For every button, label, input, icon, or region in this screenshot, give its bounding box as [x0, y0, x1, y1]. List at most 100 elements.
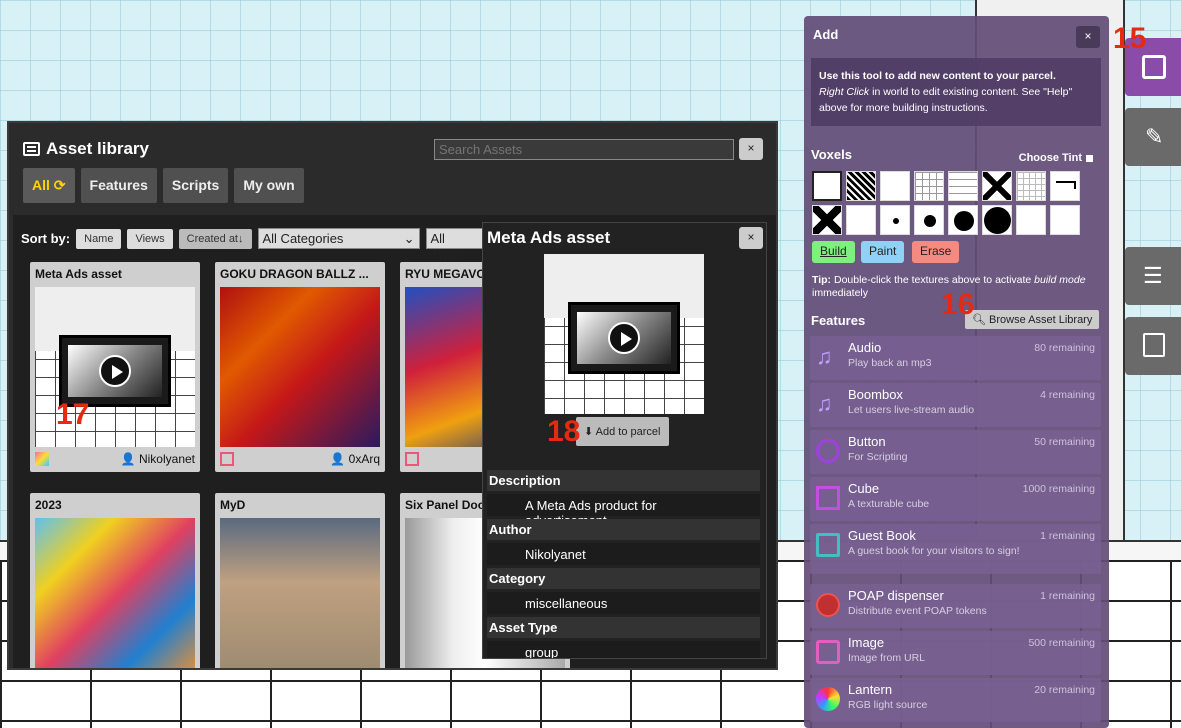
paint-tool-button[interactable]: ✎ — [1125, 108, 1181, 166]
add-panel: Add × Use this tool to add new content t… — [804, 16, 1109, 728]
build-mode-button[interactable]: Build — [812, 241, 855, 263]
search-assets-input[interactable] — [434, 139, 734, 160]
asset-card[interactable]: MyD — [215, 493, 385, 668]
voxel-texture-blank[interactable] — [846, 205, 876, 235]
asset-library-title: Asset library — [23, 139, 149, 159]
library-icon — [23, 142, 40, 156]
cube-icon — [816, 486, 840, 510]
detail-label: Description — [487, 470, 760, 491]
annotation-marker: 16 — [941, 288, 975, 321]
detail-label: Category — [487, 568, 760, 589]
asset-card-name: MyD — [220, 498, 246, 512]
asset-card[interactable]: GOKU DRAGON BALLZ ... 👤 0xArq — [215, 262, 385, 472]
user-icon: 👤 — [120, 452, 136, 466]
feature-guest-book[interactable]: Guest Book A guest book for your visitor… — [810, 524, 1101, 574]
music-note-icon: ♫ — [816, 391, 833, 416]
asset-author: 👤 0xArq — [330, 452, 380, 466]
asset-card-name: GOKU DRAGON BALLZ ... — [220, 267, 369, 281]
detail-label: Author — [487, 519, 760, 540]
sort-label: Sort by: — [21, 231, 71, 246]
voxels-heading: Voxels — [811, 147, 852, 162]
user-icon: 👤 — [330, 452, 346, 466]
voxel-texture-plain[interactable] — [880, 171, 910, 201]
feature-lantern[interactable]: Lantern RGB light source 20 remaining — [810, 678, 1101, 722]
choose-tint-toggle[interactable]: Choose Tint — [1019, 152, 1093, 164]
features-heading: Features — [811, 313, 866, 328]
erase-mode-button[interactable]: Erase — [912, 241, 960, 263]
voxel-texture-tiles[interactable] — [914, 171, 944, 201]
voxel-texture-grid[interactable] — [1016, 171, 1046, 201]
asset-library-close-button[interactable]: × — [739, 138, 763, 160]
asset-card-name: Meta Ads asset — [35, 267, 122, 281]
asset-card-name: 2023 — [35, 498, 62, 512]
asset-detail-panel: Meta Ads asset × ⬇ Add to parcel Descrip… — [482, 222, 767, 659]
asset-tabs: All ⟳ Features Scripts My own — [23, 168, 304, 203]
button-icon — [816, 439, 840, 463]
feature-image[interactable]: Image Image from URL 500 remaining — [810, 631, 1101, 675]
sort-views-button[interactable]: Views — [127, 228, 173, 249]
list-icon: ☰ — [1143, 263, 1163, 288]
detail-value: miscellaneous — [487, 592, 760, 614]
voxel-texture-cross[interactable] — [982, 171, 1012, 201]
voxel-texture-x[interactable] — [812, 205, 842, 235]
voxel-texture-empty-2[interactable] — [1050, 205, 1080, 235]
browse-asset-library-button[interactable]: 🔍︎ Browse Asset Library — [965, 310, 1100, 329]
detail-title: Meta Ads asset — [487, 228, 611, 247]
cube-icon — [220, 452, 234, 466]
refresh-icon: ⟳ — [53, 177, 66, 193]
category-select[interactable]: All Categories ⌄ — [257, 228, 420, 249]
cubes-icon — [1142, 55, 1166, 79]
play-icon — [99, 355, 131, 387]
image-icon — [816, 640, 840, 664]
sort-created-button[interactable]: Created at↓ — [178, 228, 252, 249]
tint-checkbox[interactable] — [1086, 154, 1093, 162]
poap-icon — [816, 593, 840, 617]
tab-scripts[interactable]: Scripts — [162, 168, 229, 203]
feature-poap-dispenser[interactable]: POAP dispenser Distribute event POAP tok… — [810, 584, 1101, 628]
tab-my-own[interactable]: My own — [234, 168, 304, 203]
voxel-texture-empty[interactable] — [1016, 205, 1046, 235]
detail-close-button[interactable]: × — [739, 227, 763, 249]
feature-cube[interactable]: Cube A texturable cube 1000 remaining — [810, 477, 1101, 521]
voxel-texture-wave[interactable] — [1050, 171, 1080, 201]
asset-thumbnail — [220, 518, 380, 668]
paint-mode-button[interactable]: Paint — [861, 241, 905, 263]
feature-audio[interactable]: ♫ Audio Play back an mp3 80 remaining — [810, 336, 1101, 380]
voxel-texture-dot-small[interactable] — [880, 205, 910, 235]
chevron-down-icon: ⌄ — [403, 231, 415, 246]
asset-card[interactable]: Meta Ads asset 👤 Nikolyanet — [30, 262, 200, 472]
voxel-texture-noise[interactable] — [846, 171, 876, 201]
feature-boombox[interactable]: ♫ Boombox Let users live-stream audio 4 … — [810, 383, 1101, 427]
brush-icon: ✎ — [1145, 124, 1164, 149]
detail-value: A Meta Ads product for advertisement — [487, 494, 760, 528]
voxel-texture-bricks[interactable] — [948, 171, 978, 201]
cube-icon — [405, 452, 419, 466]
tab-all[interactable]: All ⟳ — [23, 168, 75, 203]
asset-thumbnail — [35, 518, 195, 668]
voxel-texture-white[interactable] — [812, 171, 842, 201]
asset-card[interactable]: 2023 — [30, 493, 200, 668]
list-tool-button[interactable]: ☰ — [1125, 247, 1181, 305]
add-panel-close-button[interactable]: × — [1076, 26, 1100, 48]
asset-author: 👤 Nikolyanet — [120, 452, 195, 466]
sort-bar: Sort by: Name Views Created at↓ All Cate… — [21, 228, 486, 261]
voxel-texture-dot-xlarge[interactable] — [982, 205, 1012, 235]
tab-features[interactable]: Features — [80, 168, 157, 203]
feature-button[interactable]: Button For Scripting 50 remaining — [810, 430, 1101, 474]
add-to-parcel-button[interactable]: ⬇ Add to parcel — [576, 417, 669, 446]
annotation-marker: 18 — [547, 415, 581, 448]
nft-tool-button[interactable] — [1125, 317, 1181, 375]
download-icon: ⬇ — [584, 426, 594, 438]
asset-thumbnail — [220, 287, 380, 447]
detail-value: Nikolyanet — [487, 543, 760, 565]
add-panel-info: Use this tool to add new content to your… — [811, 58, 1101, 126]
lantern-icon — [816, 687, 840, 711]
type-select[interactable]: All Types — [425, 228, 486, 261]
voxel-texture-dot-medium[interactable] — [914, 205, 944, 235]
detail-label: Asset Type — [487, 617, 760, 638]
book-icon — [816, 533, 840, 557]
detail-value: group — [487, 641, 760, 658]
add-panel-title: Add — [813, 27, 839, 42]
voxel-texture-dot-large[interactable] — [948, 205, 978, 235]
sort-name-button[interactable]: Name — [76, 228, 122, 249]
